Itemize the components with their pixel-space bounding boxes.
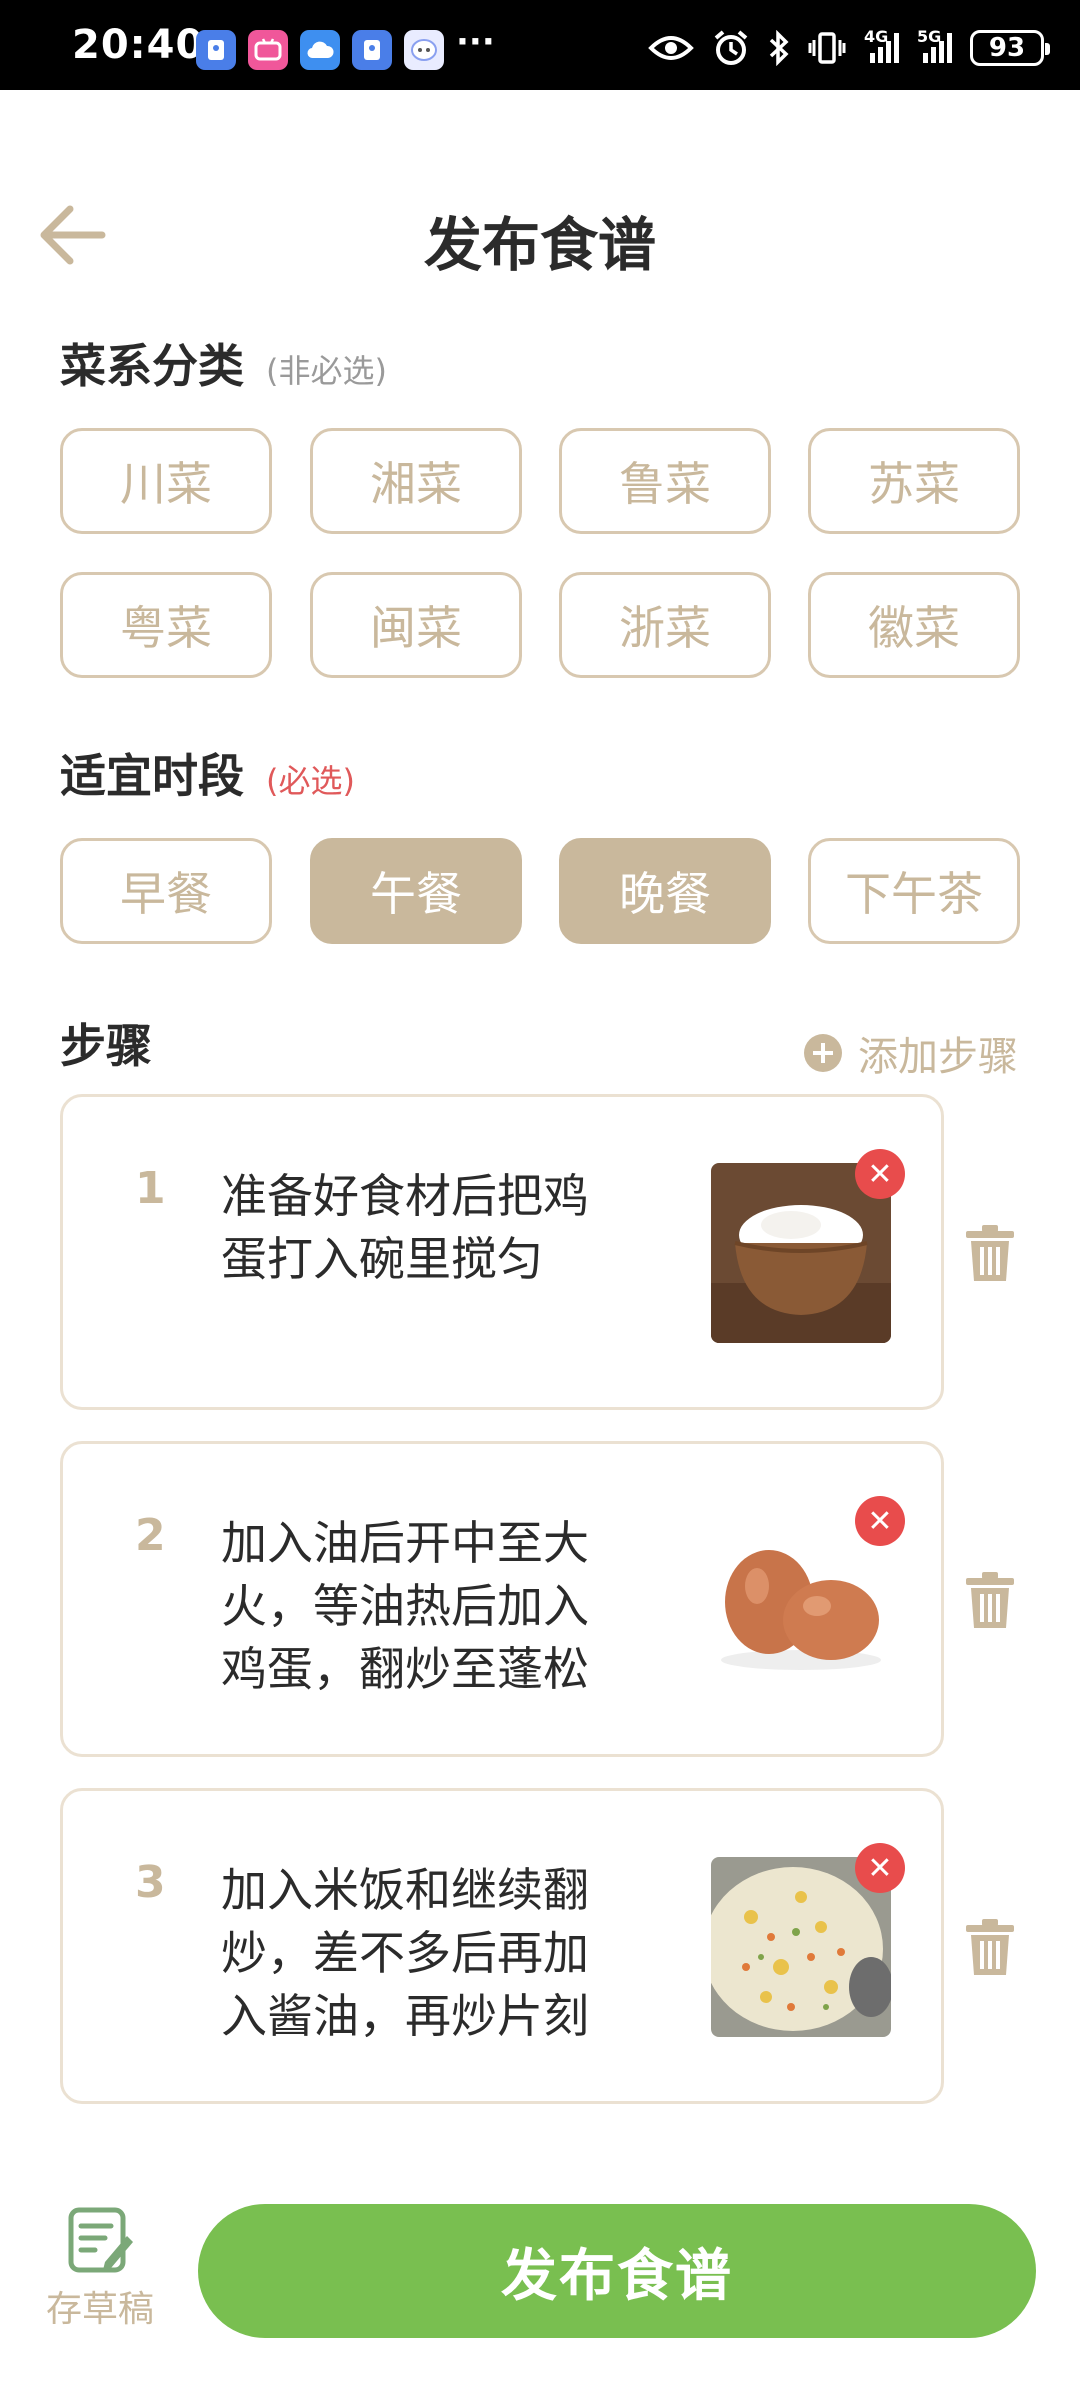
battery-indicator: 93 [970, 30, 1050, 66]
bilibili-icon [248, 30, 288, 70]
mealtime-chip[interactable]: 午餐 [310, 838, 522, 944]
alarm-icon [712, 29, 750, 67]
chat-bot-icon [404, 30, 444, 70]
cuisine-section-title: 菜系分类 (非必选) [60, 330, 387, 396]
remove-photo-button[interactable]: ✕ [855, 1149, 905, 1199]
signal-5g-icon: 5G [917, 29, 952, 63]
mealtime-required-note: (必选) [266, 762, 355, 800]
step-card: 1 准备好食材后把鸡蛋打入碗里搅匀 ✕ [60, 1094, 944, 1410]
cuisine-chip[interactable]: 闽菜 [310, 572, 522, 678]
status-time: 20:40 [72, 22, 205, 68]
step-description[interactable]: 加入米饭和继续翻炒，差不多后再加入酱油，再炒片刻 [221, 1859, 621, 2045]
edit-note-icon [68, 2207, 133, 2273]
page-title: 发布食谱 [423, 211, 656, 279]
step-card: 2 加入油后开中至大火，等油热后加入鸡蛋，翻炒至蓬松 ✕ [60, 1441, 944, 1757]
cuisine-optional-note: (非必选) [266, 352, 387, 390]
status-bar: 20:40 ··· 4G 5G 93 [0, 0, 1080, 90]
step-number: 1 [135, 1163, 166, 1214]
step-number: 3 [135, 1857, 166, 1908]
delete-step-button[interactable] [964, 1223, 1016, 1283]
delete-step-button[interactable] [964, 1570, 1016, 1630]
cuisine-chip[interactable]: 川菜 [60, 428, 272, 534]
cuisine-chip[interactable]: 鲁菜 [559, 428, 771, 534]
steps-section-title: 步骤 [60, 1019, 152, 1073]
step-card: 3 加入米饭和继续翻炒，差不多后再加入酱油，再炒片刻 ✕ [60, 1788, 944, 2104]
cloud-icon [300, 30, 340, 70]
publish-recipe-button[interactable]: 发布食谱 [198, 2204, 1036, 2338]
mealtime-chip[interactable]: 晚餐 [559, 838, 771, 944]
step-number: 2 [135, 1510, 166, 1561]
cuisine-chip[interactable]: 苏菜 [808, 428, 1020, 534]
bluetooth-icon [768, 30, 790, 66]
status-app-icons [196, 30, 444, 74]
remove-photo-button[interactable]: ✕ [855, 1843, 905, 1893]
pin-app-icon [196, 30, 236, 70]
eye-icon [648, 33, 694, 63]
mealtime-chip[interactable]: 下午茶 [808, 838, 1020, 944]
trash-icon [966, 1225, 1014, 1281]
status-more-dots: ··· [456, 22, 495, 62]
remove-photo-button[interactable]: ✕ [855, 1496, 905, 1546]
trash-icon [966, 1919, 1014, 1975]
add-step-button[interactable]: 添加步骤 [804, 1024, 1018, 1082]
status-right-icons: 4G 5G 93 [648, 26, 1050, 70]
mealtime-section-title: 适宜时段 (必选) [60, 740, 355, 806]
signal-4g-icon: 4G [864, 29, 899, 63]
pin-app-icon [352, 30, 392, 70]
step-description[interactable]: 准备好食材后把鸡蛋打入碗里搅匀 [221, 1165, 621, 1351]
plus-circle-icon [804, 1034, 842, 1072]
network-5g-label: 5G [917, 27, 942, 46]
cuisine-chip[interactable]: 浙菜 [559, 572, 771, 678]
cuisine-title: 菜系分类 [60, 339, 244, 393]
save-draft-label: 存草稿 [45, 2289, 154, 2330]
mealtime-chip[interactable]: 早餐 [60, 838, 272, 944]
save-draft-button[interactable]: 存草稿 [42, 2206, 158, 2346]
trash-icon [966, 1572, 1014, 1628]
step-description[interactable]: 加入油后开中至大火，等油热后加入鸡蛋，翻炒至蓬松 [221, 1512, 621, 1698]
cuisine-chip[interactable]: 湘菜 [310, 428, 522, 534]
cuisine-chip[interactable]: 徽菜 [808, 572, 1020, 678]
cuisine-chip[interactable]: 粤菜 [60, 572, 272, 678]
vibrate-icon [808, 31, 846, 65]
add-step-label: 添加步骤 [858, 1034, 1018, 1080]
mealtime-title: 适宜时段 [60, 749, 244, 803]
network-4g-label: 4G [864, 27, 889, 46]
delete-step-button[interactable] [964, 1917, 1016, 1977]
